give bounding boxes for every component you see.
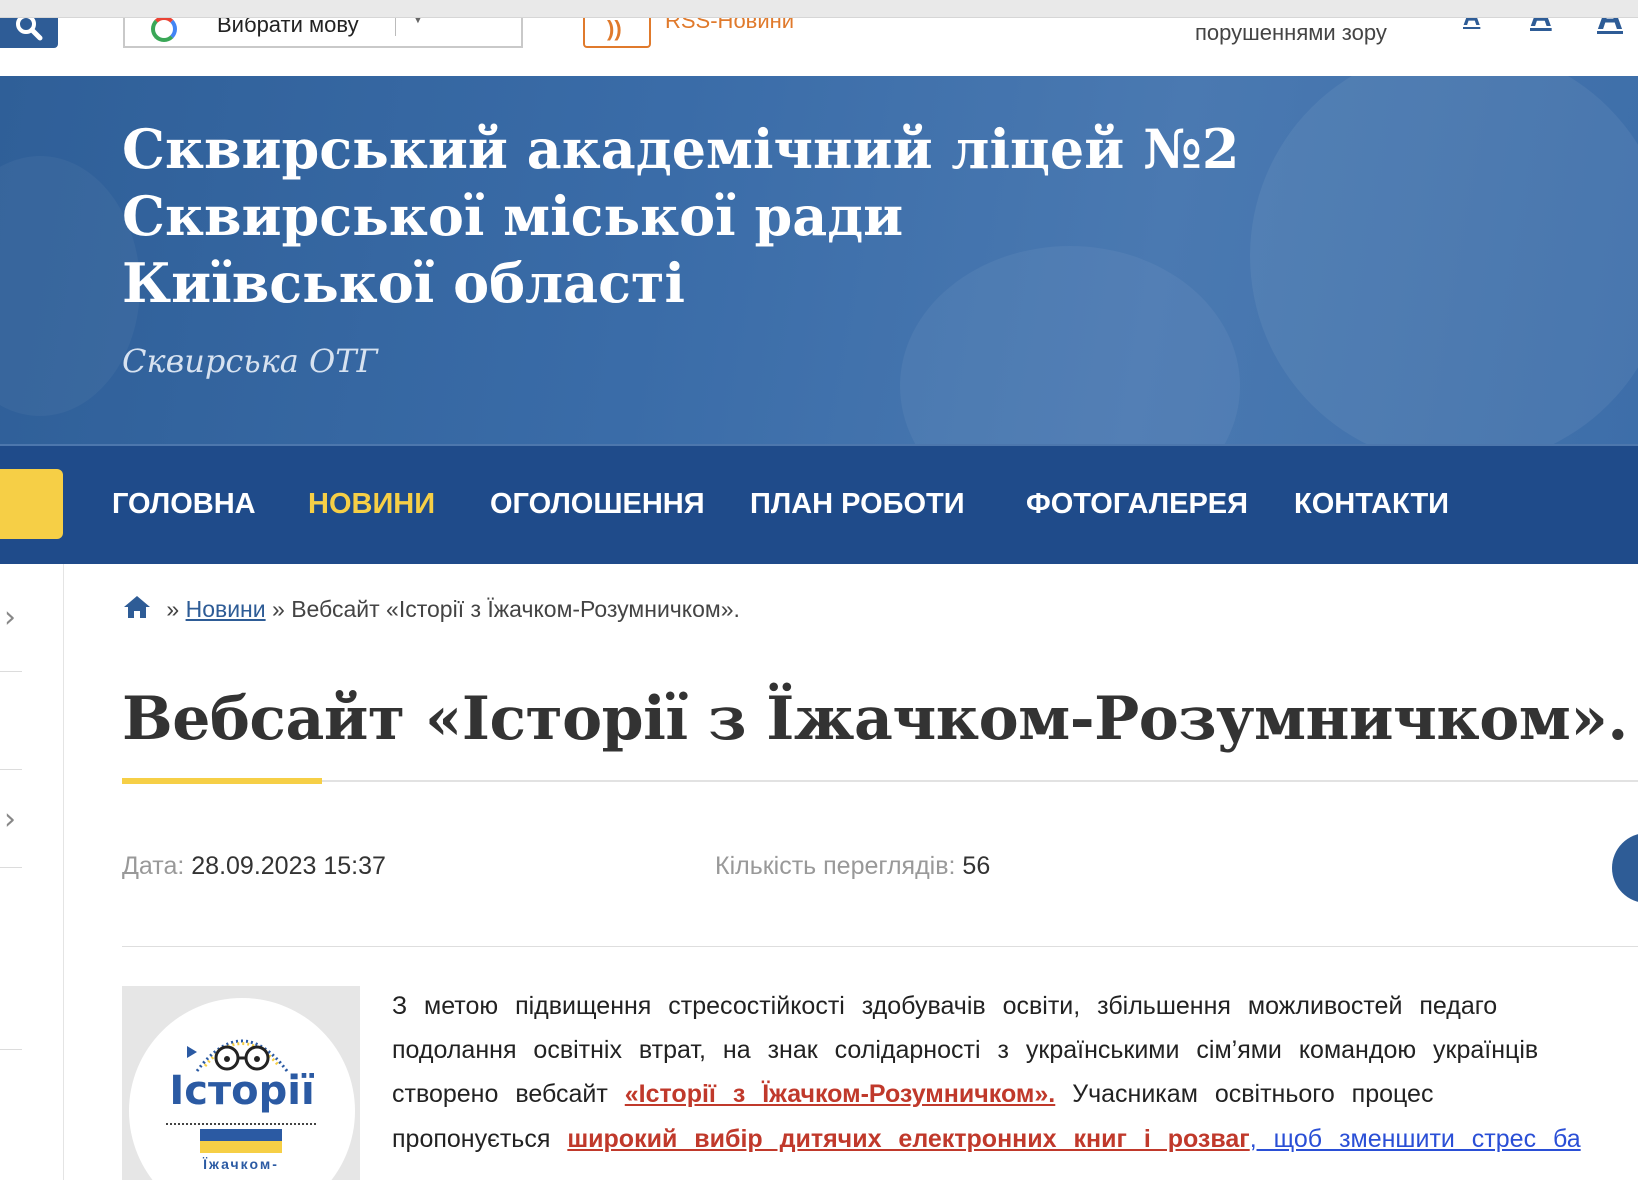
rss-icon: )) — [607, 18, 622, 41]
views-value: 56 — [962, 852, 991, 880]
divider — [122, 780, 1638, 782]
rss-news-link[interactable]: RSS-Новини — [665, 18, 794, 34]
header-banner: Сквирський академічний ліцей №2 Сквирськ… — [0, 76, 1638, 444]
chevron-down-icon: ▼ — [411, 18, 425, 26]
select-divider — [395, 18, 396, 36]
date-value: 28.09.2023 15:37 — [191, 852, 386, 880]
sidebar-item[interactable]: › — [0, 770, 22, 868]
breadcrumb-current: Вебсайт «Історії з Їжачком-Розумничком». — [291, 596, 740, 622]
sidebar-item[interactable] — [0, 868, 22, 1050]
breadcrumb: » Новини » Вебсайт «Історії з Їжачком-Ро… — [122, 594, 740, 623]
utility-bar: Вибрати мову ▼ )) RSS-Новини порушеннями… — [0, 18, 1638, 76]
article-paragraph-line: подолання освітніх втрат, на знак соліда… — [392, 1036, 1539, 1064]
font-size-small-button[interactable]: A — [1463, 18, 1480, 32]
views-label: Кількість переглядів: — [715, 852, 956, 880]
visually-impaired-label: порушеннями зору — [1195, 20, 1387, 45]
text-fragment: Учасникам освітнього процес — [1072, 1080, 1434, 1108]
sidebar-item[interactable]: › — [0, 564, 22, 672]
home-icon[interactable] — [122, 594, 152, 620]
site-subtitle: Сквирська ОТГ — [122, 342, 378, 380]
text-fragment: пропонується — [392, 1125, 551, 1153]
site-title-line: Київської області — [122, 251, 686, 315]
nav-item-contacts[interactable]: КОНТАКТИ — [1294, 488, 1449, 521]
logo-subtext: Їжачком- — [203, 1156, 279, 1172]
chevron-right-icon: › — [4, 600, 16, 635]
chevron-right-icon: › — [4, 802, 16, 837]
hedgehog-icon — [187, 1039, 289, 1072]
language-select-label: Вибрати мову — [217, 18, 359, 37]
article-title: Вебсайт «Історії з Їжачком-Розумничком». — [122, 684, 1628, 754]
site-title[interactable]: Сквирський академічний ліцей №2 Сквирськ… — [122, 116, 1422, 317]
article-date: Дата: 28.09.2023 15:37 — [122, 852, 386, 881]
site-title-line: Сквирської міської ради — [122, 184, 904, 248]
browser-top-strip — [0, 0, 1638, 18]
font-size-large-button[interactable]: A — [1597, 18, 1623, 38]
title-accent-bar — [122, 778, 322, 784]
divider — [122, 946, 1638, 947]
logo-text: Історії — [169, 1068, 315, 1114]
breadcrumb-news-link[interactable]: Новини — [186, 596, 266, 622]
site-title-line: Сквирський академічний ліцей №2 — [122, 117, 1240, 181]
menu-toggle-button[interactable] — [0, 469, 63, 539]
text-fragment: , щоб зменшити стрес ба — [1249, 1125, 1581, 1153]
text-fragment: створено вебсайт — [392, 1080, 608, 1108]
article-paragraph-line: створено вебсайт «Історії з Їжачком-Розу… — [392, 1080, 1433, 1109]
article-image[interactable]: Історії Їжачком- — [122, 986, 360, 1180]
books-link[interactable]: широкий вибір дитячих електронних книг і… — [567, 1125, 1249, 1153]
search-button[interactable] — [0, 18, 58, 48]
language-select[interactable]: Вибрати мову ▼ — [123, 18, 523, 48]
date-label: Дата: — [122, 852, 185, 880]
share-button[interactable] — [1612, 833, 1638, 903]
main-navigation: ГОЛОВНА НОВИНИ ОГОЛОШЕННЯ ПЛАН РОБОТИ ФО… — [0, 444, 1638, 564]
font-size-medium-button[interactable]: A — [1530, 18, 1552, 34]
nav-item-photo-gallery[interactable]: ФОТОГАЛЕРЕЯ — [1026, 488, 1248, 521]
banner-background-shape — [0, 156, 140, 416]
google-translate-icon — [151, 18, 177, 42]
search-icon — [16, 18, 43, 41]
nav-item-home[interactable]: ГОЛОВНА — [112, 488, 256, 521]
article-paragraph-line: пропонується широкий вибір дитячих елект… — [392, 1125, 1581, 1154]
nav-item-work-plan[interactable]: ПЛАН РОБОТИ — [750, 488, 965, 521]
nav-item-news[interactable]: НОВИНИ — [308, 488, 435, 521]
article-paragraph-line: З метою підвищення стресостійкості здобу… — [392, 992, 1498, 1020]
logo-dotted-line — [166, 1123, 316, 1125]
nav-item-announcements[interactable]: ОГОЛОШЕННЯ — [490, 488, 705, 521]
ukraine-flag-icon — [200, 1129, 282, 1153]
breadcrumb-separator: » — [166, 596, 180, 622]
breadcrumb-separator: » — [272, 596, 285, 622]
rss-button[interactable]: )) — [583, 18, 651, 48]
website-link[interactable]: «Історії з Їжачком-Розумничком». — [625, 1080, 1056, 1108]
sidebar-item[interactable] — [0, 672, 22, 770]
article-views: Кількість переглядів: 56 — [715, 852, 990, 881]
left-sidebar: › › — [0, 564, 64, 1180]
